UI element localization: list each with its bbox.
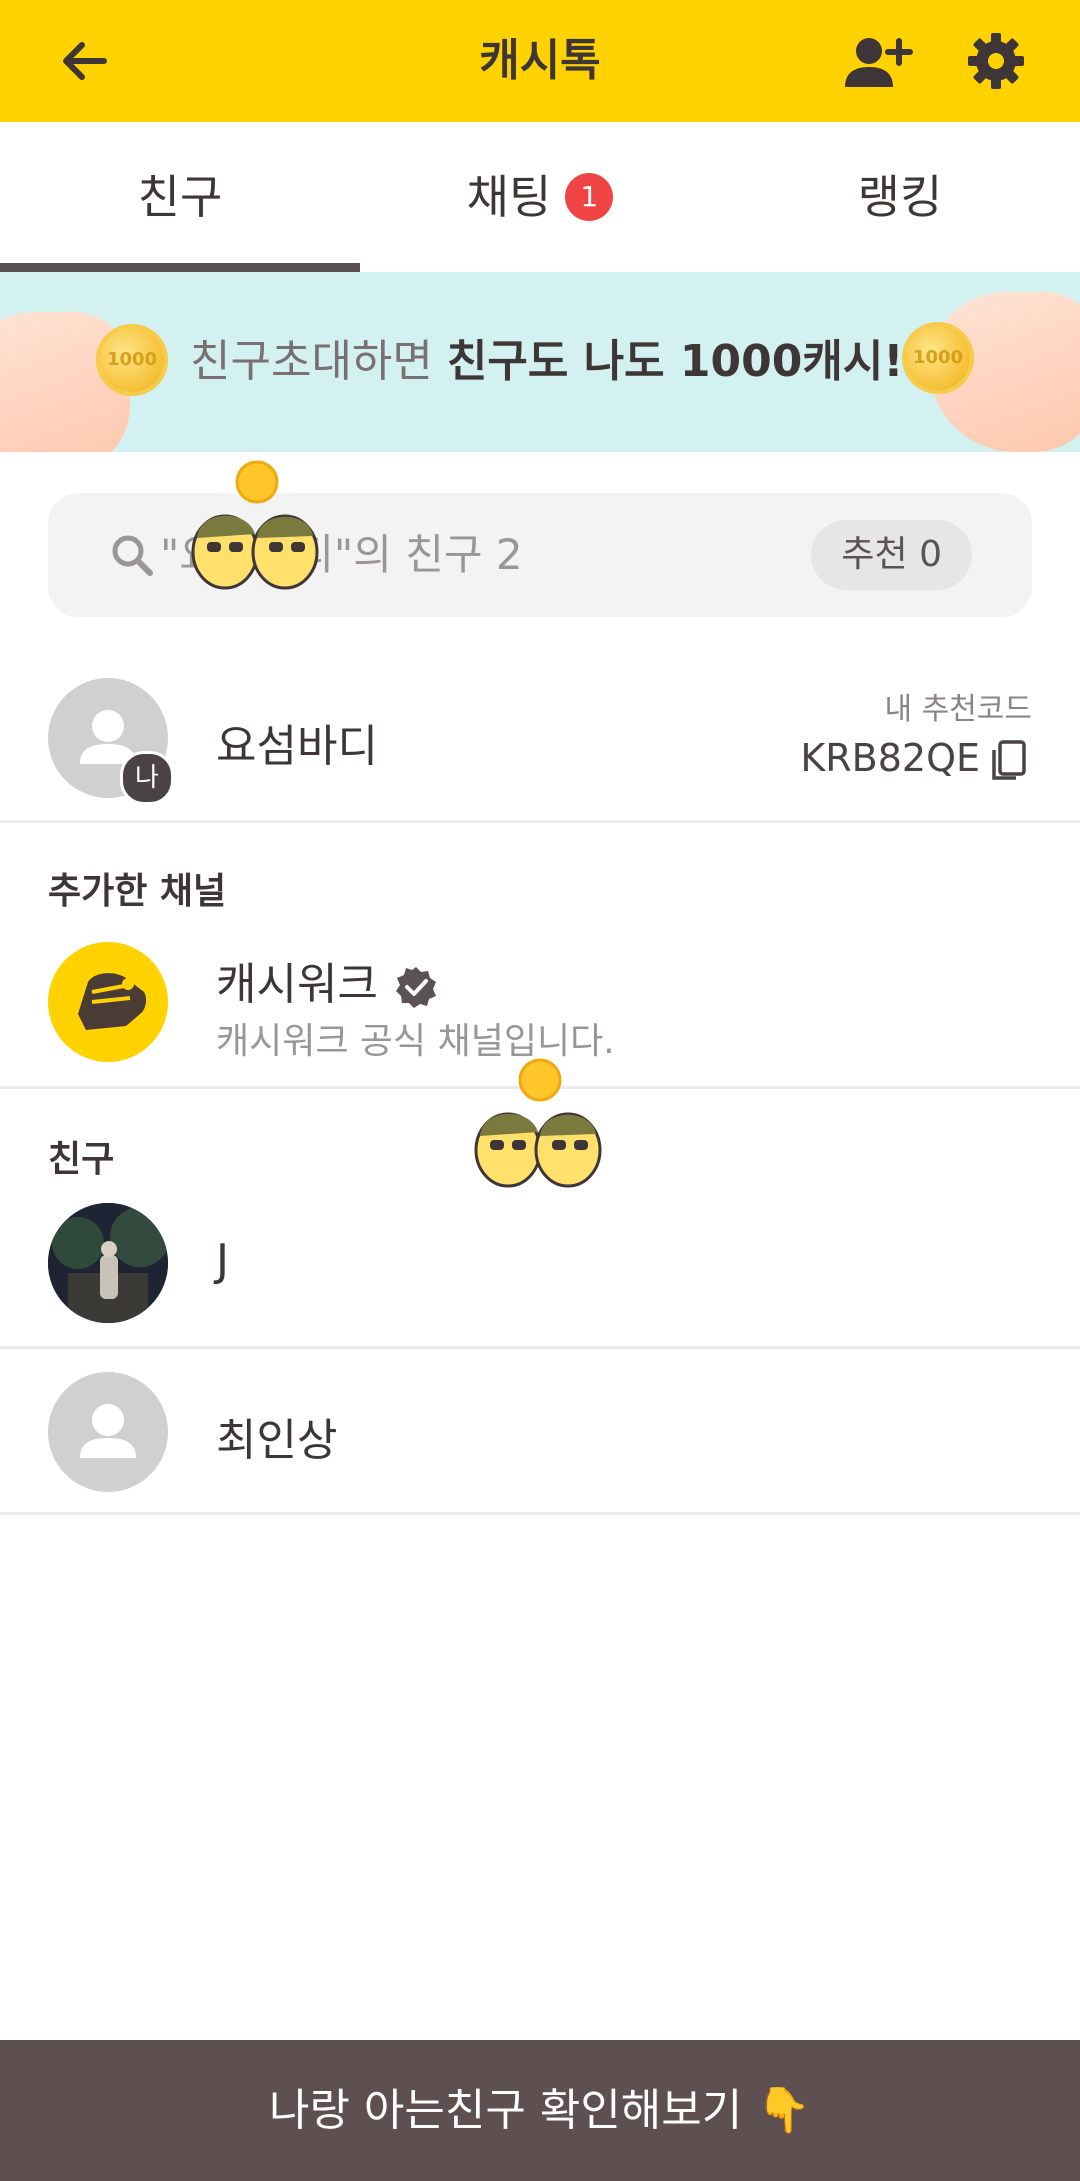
- tab-friends-label: 친구: [137, 170, 223, 224]
- channel-description: 캐시워크 공식 채널입니다.: [216, 1021, 615, 1062]
- referral-code: KRB82QE: [800, 736, 980, 780]
- person-add-icon[interactable]: [843, 31, 913, 91]
- invite-banner[interactable]: 1000 친구초대하면 친구도 나도 1000캐시! 1000: [0, 272, 1080, 452]
- friend-name[interactable]: J: [216, 1235, 229, 1286]
- page-title: 캐시톡: [479, 35, 601, 86]
- unread-badge: 1: [565, 172, 614, 221]
- recommend-chip[interactable]: 추천 0: [811, 520, 972, 590]
- search-icon: [110, 533, 154, 577]
- tab-chat[interactable]: 채팅 1: [360, 122, 720, 272]
- me-badge: 나: [120, 751, 174, 805]
- my-name[interactable]: 요섬바디: [216, 710, 378, 774]
- banner-text: 친구초대하면 친구도 나도 1000캐시!: [190, 336, 904, 387]
- tab-friends[interactable]: 친구: [0, 122, 360, 272]
- referral-code-label: 내 추천코드: [884, 692, 1032, 727]
- coin-icon: 1000: [96, 324, 168, 396]
- friends-section-label: 친구: [48, 1139, 115, 1180]
- copy-icon[interactable]: [988, 738, 1028, 782]
- tab-ranking-label: 랭킹: [857, 170, 943, 224]
- friend-avatar-default[interactable]: [48, 1372, 168, 1492]
- find-friends-label: 나랑 아는친구 확인해보기 👇: [268, 2085, 812, 2136]
- tab-bar: 친구 채팅 1 랭킹: [0, 122, 1080, 272]
- verified-badge-icon: [394, 965, 438, 1009]
- divider: [0, 820, 1080, 823]
- tab-chat-label: 채팅: [466, 170, 552, 224]
- coin-icon: 1000: [902, 322, 974, 394]
- mascot-sticker: [185, 460, 325, 590]
- find-friends-button[interactable]: 나랑 아는친구 확인해보기 👇: [0, 2040, 1080, 2181]
- mascot-sticker: [468, 1058, 608, 1188]
- divider: [0, 1512, 1080, 1515]
- gear-icon[interactable]: [966, 31, 1026, 91]
- app-header: 캐시톡: [0, 0, 1080, 122]
- cashwalk-channel-avatar[interactable]: [48, 942, 168, 1062]
- tab-ranking[interactable]: 랭킹: [720, 122, 1080, 272]
- friend-name[interactable]: 최인상: [216, 1404, 337, 1468]
- channels-section-label: 추가한 채널: [48, 871, 227, 912]
- channel-name[interactable]: 캐시워크: [216, 948, 438, 1012]
- friend-avatar-photo[interactable]: [48, 1203, 168, 1323]
- active-tab-indicator: [0, 263, 360, 272]
- divider: [0, 1346, 1080, 1349]
